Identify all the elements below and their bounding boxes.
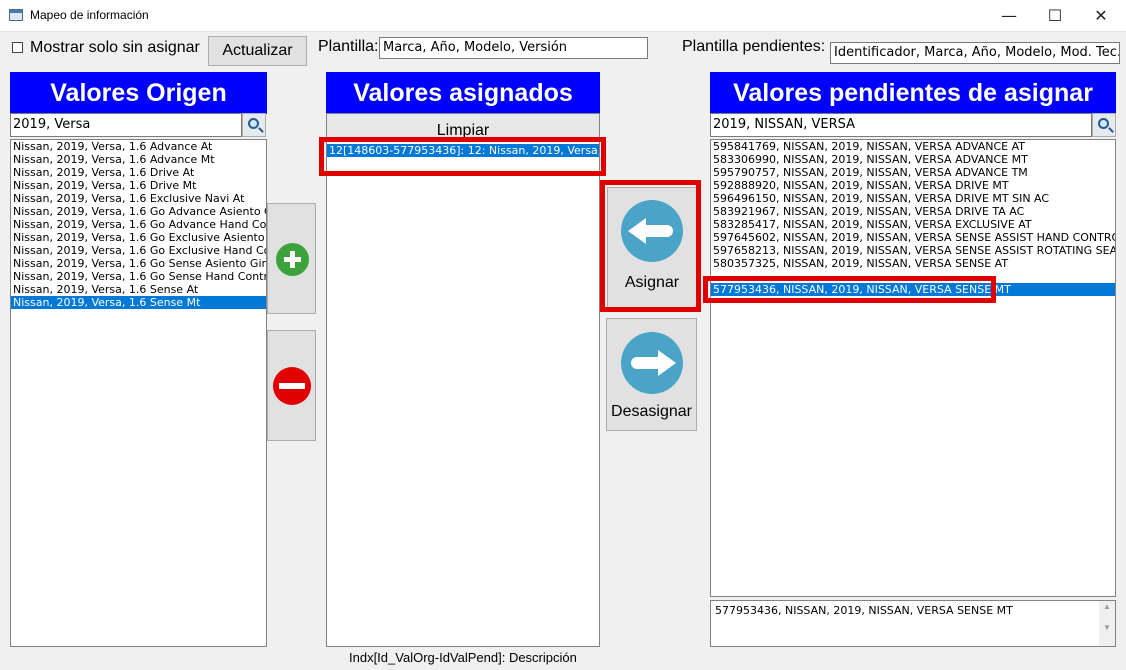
show-unassigned-label[interactable]: Mostrar solo sin asignar	[30, 39, 200, 57]
title-bar: Mapeo de información — ☐ ✕	[0, 0, 1126, 32]
desasignar-button[interactable]: Desasignar	[606, 318, 697, 431]
plantilla-pendientes-label: Plantilla pendientes:	[682, 38, 826, 55]
highlight-box-pendiente	[703, 276, 996, 303]
minimize-button[interactable]: —	[986, 0, 1032, 31]
pendientes-detail-text: 577953436, NISSAN, 2019, NISSAN, VERSA S…	[715, 604, 1013, 617]
list-item[interactable]: Nissan, 2019, Versa, 1.6 Go Advance Hand…	[11, 218, 266, 231]
list-item[interactable]: 583306990, NISSAN, 2019, NISSAN, VERSA A…	[711, 153, 1115, 166]
search-icon	[1098, 118, 1109, 129]
list-item[interactable]: 596496150, NISSAN, 2019, NISSAN, VERSA D…	[711, 192, 1115, 205]
app-icon	[9, 9, 23, 21]
actualizar-button[interactable]: Actualizar	[208, 36, 307, 66]
list-item[interactable]: Nissan, 2019, Versa, 1.6 Go Exclusive Ha…	[11, 244, 266, 257]
remove-button[interactable]	[267, 330, 316, 441]
desasignar-label: Desasignar	[611, 403, 692, 420]
arrow-right-icon	[621, 332, 683, 394]
list-item[interactable]: Nissan, 2019, Versa, 1.6 Go Sense Hand C…	[11, 270, 266, 283]
detail-scrollbar[interactable]: ▲ ▼	[1099, 601, 1115, 646]
asignados-header: Valores asignados	[326, 72, 600, 114]
pendientes-header: Valores pendientes de asignar	[710, 72, 1116, 114]
list-item[interactable]: 580357325, NISSAN, 2019, NISSAN, VERSA S…	[711, 257, 1115, 270]
pendientes-detail[interactable]: 577953436, NISSAN, 2019, NISSAN, VERSA S…	[710, 600, 1116, 647]
list-item[interactable]: 583921967, NISSAN, 2019, NISSAN, VERSA D…	[711, 205, 1115, 218]
list-item[interactable]: Nissan, 2019, Versa, 1.6 Sense At	[11, 283, 266, 296]
asignados-panel: Limpiar 12[148603-577953436]: 12: Nissan…	[326, 113, 600, 647]
list-item[interactable]: Nissan, 2019, Versa, 1.6 Go Exclusive As…	[11, 231, 266, 244]
list-item[interactable]: Nissan, 2019, Versa, 1.6 Drive At	[11, 166, 266, 179]
list-item[interactable]: 595841769, NISSAN, 2019, NISSAN, VERSA A…	[711, 140, 1115, 153]
highlight-box-asignado	[319, 137, 606, 176]
pendientes-search-input[interactable]: 2019, NISSAN, VERSA	[710, 113, 1092, 137]
plantilla-pendientes-field[interactable]: Identificador, Marca, Año, Modelo, Mod. …	[830, 42, 1120, 64]
list-item[interactable]: 597658213, NISSAN, 2019, NISSAN, VERSA S…	[711, 244, 1115, 257]
show-unassigned-checkbox[interactable]	[12, 42, 23, 53]
minus-icon	[273, 367, 311, 405]
list-item[interactable]: 592888920, NISSAN, 2019, NISSAN, VERSA D…	[711, 179, 1115, 192]
list-item[interactable]: Nissan, 2019, Versa, 1.6 Exclusive Navi …	[11, 192, 266, 205]
plantilla-label: Plantilla:	[318, 38, 379, 55]
list-item[interactable]: 595790757, NISSAN, 2019, NISSAN, VERSA A…	[711, 166, 1115, 179]
pendientes-search-button[interactable]	[1092, 113, 1116, 137]
list-item[interactable]: 597645602, NISSAN, 2019, NISSAN, VERSA S…	[711, 231, 1115, 244]
list-item[interactable]: Nissan, 2019, Versa, 1.6 Go Sense Asient…	[11, 257, 266, 270]
list-item[interactable]: Nissan, 2019, Versa, 1.6 Advance At	[11, 140, 266, 153]
search-icon	[248, 118, 259, 129]
pendientes-listbox[interactable]: 595841769, NISSAN, 2019, NISSAN, VERSA A…	[710, 139, 1116, 597]
asignados-footer: Indx[Id_ValOrg-IdValPend]: Descripción	[349, 650, 577, 665]
list-item[interactable]: Nissan, 2019, Versa, 1.6 Drive Mt	[11, 179, 266, 192]
highlight-box-asignar	[600, 180, 701, 312]
list-item[interactable]: 583285417, NISSAN, 2019, NISSAN, VERSA E…	[711, 218, 1115, 231]
list-item[interactable]: Nissan, 2019, Versa, 1.6 Sense Mt	[11, 296, 266, 309]
origen-header: Valores Origen	[10, 72, 267, 114]
origen-search-button[interactable]	[242, 113, 266, 137]
add-button[interactable]	[267, 203, 316, 314]
plus-icon	[276, 243, 309, 276]
origen-listbox[interactable]: Nissan, 2019, Versa, 1.6 Advance At Nissa…	[10, 139, 267, 647]
window-title: Mapeo de información	[30, 8, 149, 22]
origen-search-input[interactable]: 2019, Versa	[10, 113, 242, 137]
list-item[interactable]: Nissan, 2019, Versa, 1.6 Go Advance Asie…	[11, 205, 266, 218]
maximize-button[interactable]: ☐	[1032, 0, 1078, 31]
list-item[interactable]: Nissan, 2019, Versa, 1.6 Advance Mt	[11, 153, 266, 166]
plantilla-field[interactable]: Marca, Año, Modelo, Versión	[379, 37, 648, 59]
close-button[interactable]: ✕	[1078, 0, 1124, 31]
